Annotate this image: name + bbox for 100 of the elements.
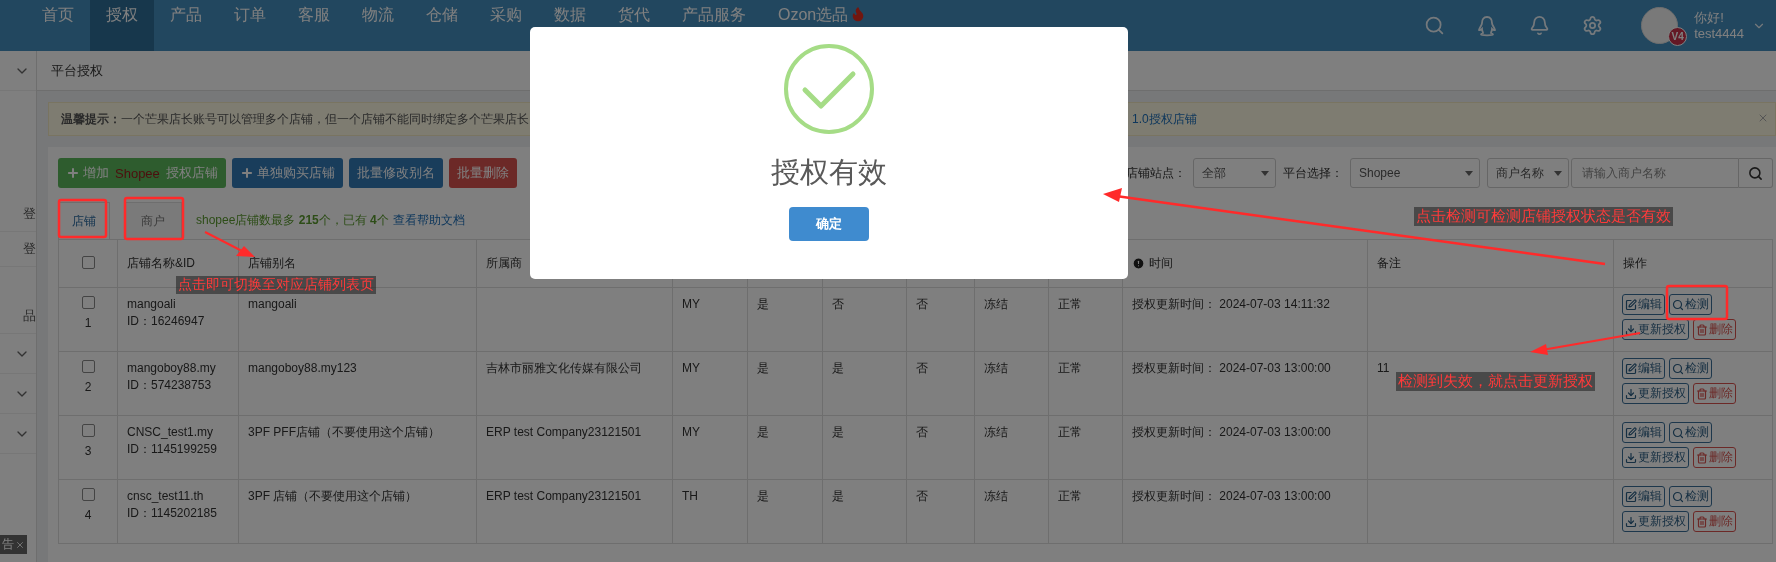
table-cell-text: 正常 [1058, 488, 1083, 505]
row-number: 1 [84, 315, 92, 332]
edit-button[interactable]: 编辑 [1622, 358, 1665, 379]
platform-select[interactable]: Shopee [1350, 158, 1480, 188]
annotation-note: 点击即可切换至对应店铺列表页 [176, 276, 376, 294]
penguin-icon[interactable] [1477, 14, 1498, 37]
field-select[interactable]: 商户名称 [1487, 158, 1569, 188]
edit-button[interactable]: 编辑 [1622, 294, 1665, 315]
nav-item[interactable]: 首页 [26, 0, 90, 51]
check-button[interactable]: 检测 [1669, 294, 1712, 315]
column-header: 店铺别名 [248, 256, 296, 270]
table-cell-text: 是 [832, 424, 845, 441]
renew-button[interactable]: 更新授权 [1622, 511, 1689, 532]
table-cell-text: MY [682, 296, 701, 313]
table-cell-text: 11 [1377, 360, 1391, 377]
edit-button[interactable]: 编辑 [1622, 422, 1665, 443]
nav-item[interactable]: 客服 [282, 0, 346, 51]
ad-tag: 告 [0, 535, 27, 554]
delete-icon [1696, 387, 1708, 400]
table-cell-text: 是 [757, 296, 770, 313]
table-cell-text: 否 [916, 360, 929, 377]
close-icon[interactable] [1757, 112, 1769, 124]
bulk-delete-button[interactable]: 批量删除 [448, 158, 517, 188]
highlight-frame [123, 196, 185, 241]
table-cell-text: mangoboy88.my123 [248, 360, 358, 377]
highlight-frame [1665, 284, 1729, 321]
row-checkbox[interactable] [81, 488, 95, 501]
row-checkbox[interactable] [81, 296, 95, 309]
bulk-rename-button[interactable]: 批量修改别名 [348, 158, 443, 188]
sidebar-item[interactable]: 品 [23, 307, 36, 325]
nav-item[interactable]: 产品 [154, 0, 218, 51]
edit-button[interactable]: 编辑 [1622, 486, 1665, 507]
store-name: mangoali [127, 296, 177, 313]
close-icon[interactable] [15, 539, 25, 550]
help-link[interactable]: 查看帮助文档 [392, 211, 465, 229]
store-id: ID：1145202185 [127, 505, 218, 522]
delete-button[interactable]: 删除 [1693, 447, 1736, 468]
table-cell-text: 授权更新时间： 2024-07-03 13:00:00 [1132, 360, 1332, 377]
settings-icon[interactable] [1582, 15, 1604, 36]
renew-button[interactable]: 更新授权 [1622, 319, 1689, 340]
check-button[interactable]: 检测 [1669, 486, 1712, 507]
check-button[interactable]: 检测 [1669, 358, 1712, 379]
annotation-note: 点击检测可检测店铺授权状态是否有效 [1414, 207, 1673, 226]
site-select[interactable]: 全部 [1193, 158, 1276, 188]
table-cell-text: MY [682, 360, 701, 377]
row-checkbox[interactable] [81, 360, 95, 373]
search-icon[interactable] [1424, 15, 1446, 36]
bell-icon[interactable] [1529, 15, 1551, 36]
table-cell-text: 否 [832, 296, 845, 313]
delete-button[interactable]: 删除 [1693, 511, 1736, 532]
caret-icon [1261, 170, 1269, 176]
delete-button[interactable]: 删除 [1693, 383, 1736, 404]
confirm-button[interactable]: 确定 [789, 207, 869, 241]
nav-item[interactable]: 物流 [346, 0, 410, 51]
level-badge: V4 [1668, 27, 1688, 46]
renew-button[interactable]: 更新授权 [1622, 447, 1689, 468]
search-button[interactable] [1739, 158, 1773, 188]
nav-item[interactable]: Ozon选品 [762, 0, 883, 51]
column-header: 备注 [1377, 256, 1401, 270]
column-header: 店铺名称&ID [127, 256, 195, 270]
row-checkbox[interactable] [81, 424, 95, 437]
store-id: ID：16246947 [127, 313, 206, 330]
check-button[interactable]: 检测 [1669, 422, 1712, 443]
alert-icon [1132, 256, 1145, 270]
breadcrumb: 平台授权 [51, 61, 103, 80]
delete-icon [1696, 451, 1708, 464]
table-cell-text: 正常 [1058, 424, 1083, 441]
buy-store-button[interactable]: 单独购买店铺 [231, 158, 343, 188]
table-cell-text: 是 [757, 488, 770, 505]
tab[interactable]: 商户 [124, 202, 182, 240]
check-icon [1672, 362, 1684, 375]
renew-button[interactable]: 更新授权 [1622, 383, 1689, 404]
edit-icon [1625, 426, 1637, 439]
notice-link[interactable]: 1.0授权店铺 [1132, 110, 1197, 128]
delete-icon [1696, 515, 1708, 528]
edit-icon [1625, 298, 1637, 311]
sidebar-item[interactable]: 登 [23, 205, 36, 223]
row-number: 4 [84, 507, 92, 524]
table-cell-text: 授权更新时间： 2024-07-03 13:00:00 [1132, 488, 1332, 505]
add-store-button[interactable]: 增加 Shopee 授权店铺 [58, 158, 226, 188]
renew-icon [1625, 515, 1637, 528]
table-cell-text: 否 [916, 488, 929, 505]
delete-button[interactable]: 删除 [1693, 319, 1736, 340]
column-header: 时间 [1149, 254, 1173, 272]
table-cell-text: 是 [757, 360, 770, 377]
user-name: test4444 [1694, 25, 1744, 42]
nav-item[interactable]: 仓储 [410, 0, 474, 51]
caret-icon [1554, 170, 1562, 176]
table-cell-text: ERP test Company23121501 [486, 488, 643, 505]
select-all-checkbox[interactable] [81, 255, 95, 269]
table-cell-text: 授权更新时间： 2024-07-03 14:11:32 [1132, 296, 1331, 313]
sidebar-item[interactable]: 登 [23, 240, 36, 258]
renew-icon [1625, 323, 1637, 336]
store-name: CNSC_test1.my [127, 424, 215, 441]
nav-item[interactable]: 订单 [218, 0, 282, 51]
column-header: 操作 [1623, 256, 1647, 270]
nav-item[interactable]: 授权 [90, 0, 154, 51]
dialog-title: 授权有效 [771, 155, 887, 190]
table-cell-text: 否 [916, 424, 929, 441]
plus-icon [66, 166, 80, 180]
